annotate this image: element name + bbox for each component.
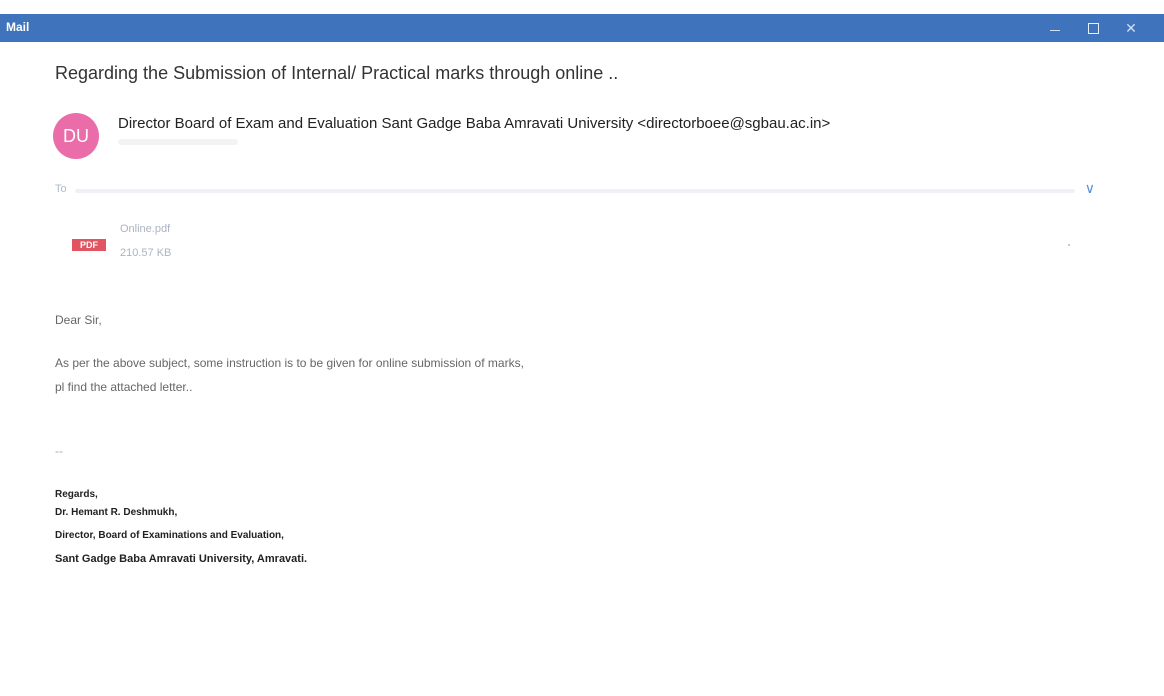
- body-line-2: pl find the attached letter..: [55, 380, 193, 394]
- more-dot: [1068, 244, 1070, 246]
- sender-date-blurred: [118, 139, 238, 145]
- attachment-item[interactable]: PDF Online.pdf 210.57 KB: [72, 223, 272, 263]
- signature-title: Director, Board of Examinations and Eval…: [55, 530, 284, 541]
- attachment-size: 210.57 KB: [120, 247, 172, 259]
- message-subject: Regarding the Submission of Internal/ Pr…: [55, 63, 619, 83]
- pdf-file-icon: PDF: [72, 239, 106, 251]
- maximize-icon: [1087, 22, 1099, 34]
- signature-separator: --: [55, 444, 63, 458]
- body-line-1: As per the above subject, some instructi…: [55, 356, 524, 370]
- attachment-name: Online.pdf: [120, 223, 171, 235]
- avatar: DU: [53, 113, 99, 159]
- maximize-button[interactable]: [1074, 17, 1112, 39]
- sender-name[interactable]: Director Board of Exam and Evaluation Sa…: [118, 115, 830, 132]
- signature-regards: Regards,: [55, 489, 98, 500]
- recipients-row: To ∨: [55, 180, 1095, 199]
- body-greeting: Dear Sir,: [55, 313, 102, 327]
- close-button[interactable]: ✕: [1112, 17, 1150, 39]
- app-title: Mail: [6, 20, 30, 34]
- mail-window: Mail ✕ Regarding the Submission of Inter…: [0, 0, 1164, 696]
- title-bar[interactable]: Mail ✕: [0, 14, 1164, 42]
- signature-name: Dr. Hemant R. Deshmukh,: [55, 507, 178, 518]
- minimize-button[interactable]: [1036, 17, 1074, 39]
- minimize-icon: [1050, 29, 1060, 31]
- window-controls: ✕: [1036, 17, 1150, 39]
- recipients-list-blurred: [75, 189, 1075, 193]
- close-icon: ✕: [1125, 19, 1137, 36]
- expand-recipients-icon[interactable]: ∨: [1085, 180, 1095, 197]
- to-label: To: [55, 183, 67, 195]
- signature-org: Sant Gadge Baba Amravati University, Amr…: [55, 553, 308, 565]
